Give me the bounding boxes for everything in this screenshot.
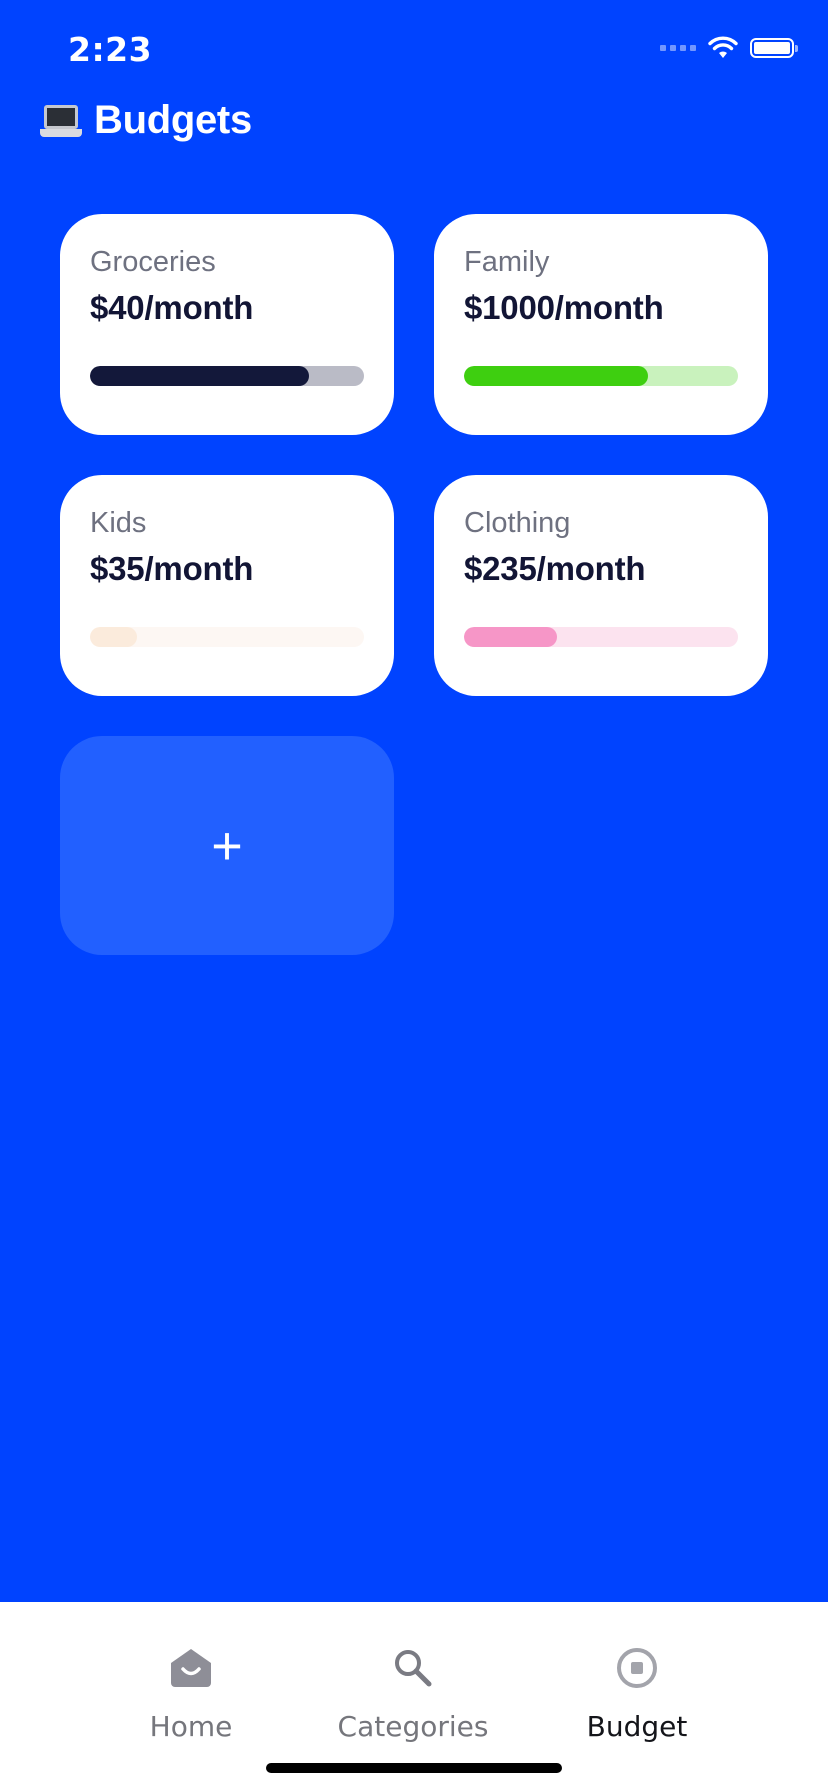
tab-label: Categories (337, 1710, 489, 1743)
budget-progress (90, 627, 364, 647)
budget-card-family[interactable]: Family $1000/month (434, 214, 768, 435)
tab-label: Home (149, 1710, 233, 1743)
budget-card-groceries[interactable]: Groceries $40/month (60, 214, 394, 435)
header: Budgets (40, 98, 252, 143)
laptop-icon (40, 101, 82, 141)
tab-label: Budget (586, 1710, 688, 1743)
home-indicator (266, 1763, 562, 1773)
tab-home[interactable]: Home (81, 1644, 301, 1743)
budget-progress-fill (464, 627, 558, 647)
budget-amount: $40/month (90, 289, 254, 326)
status-icons (660, 36, 798, 60)
budget-progress (464, 627, 738, 647)
home-icon (81, 1644, 301, 1692)
status-bar: 2:23 (0, 0, 828, 100)
budget-grid: Groceries $40/month Family $1000/month K… (60, 214, 768, 955)
budget-name: Kids (90, 507, 147, 539)
plus-icon: + (211, 815, 243, 876)
tab-budget[interactable]: Budget (527, 1644, 747, 1743)
page-title: Budgets (94, 98, 252, 142)
budget-progress (464, 366, 738, 386)
search-icon (303, 1644, 523, 1692)
budget-card-kids[interactable]: Kids $35/month (60, 475, 394, 696)
budget-name: Family (464, 246, 550, 278)
budget-name: Groceries (90, 246, 216, 278)
budget-amount: $35/month (90, 550, 254, 587)
wifi-icon (708, 36, 738, 58)
add-budget-button[interactable]: + (60, 736, 394, 955)
tab-categories[interactable]: Categories (303, 1644, 523, 1743)
budget-progress-fill (90, 627, 137, 647)
budget-progress-fill (90, 366, 310, 386)
budget-name: Clothing (464, 507, 571, 539)
budget-progress-fill (464, 366, 648, 386)
budget-amount: $235/month (464, 550, 646, 587)
budget-icon (527, 1644, 747, 1692)
cellular-signal-icon (660, 45, 696, 51)
budget-amount: $1000/month (464, 289, 664, 326)
status-time: 2:23 (68, 30, 153, 69)
budget-progress (90, 366, 364, 386)
budget-card-clothing[interactable]: Clothing $235/month (434, 475, 768, 696)
battery-icon (750, 38, 798, 58)
